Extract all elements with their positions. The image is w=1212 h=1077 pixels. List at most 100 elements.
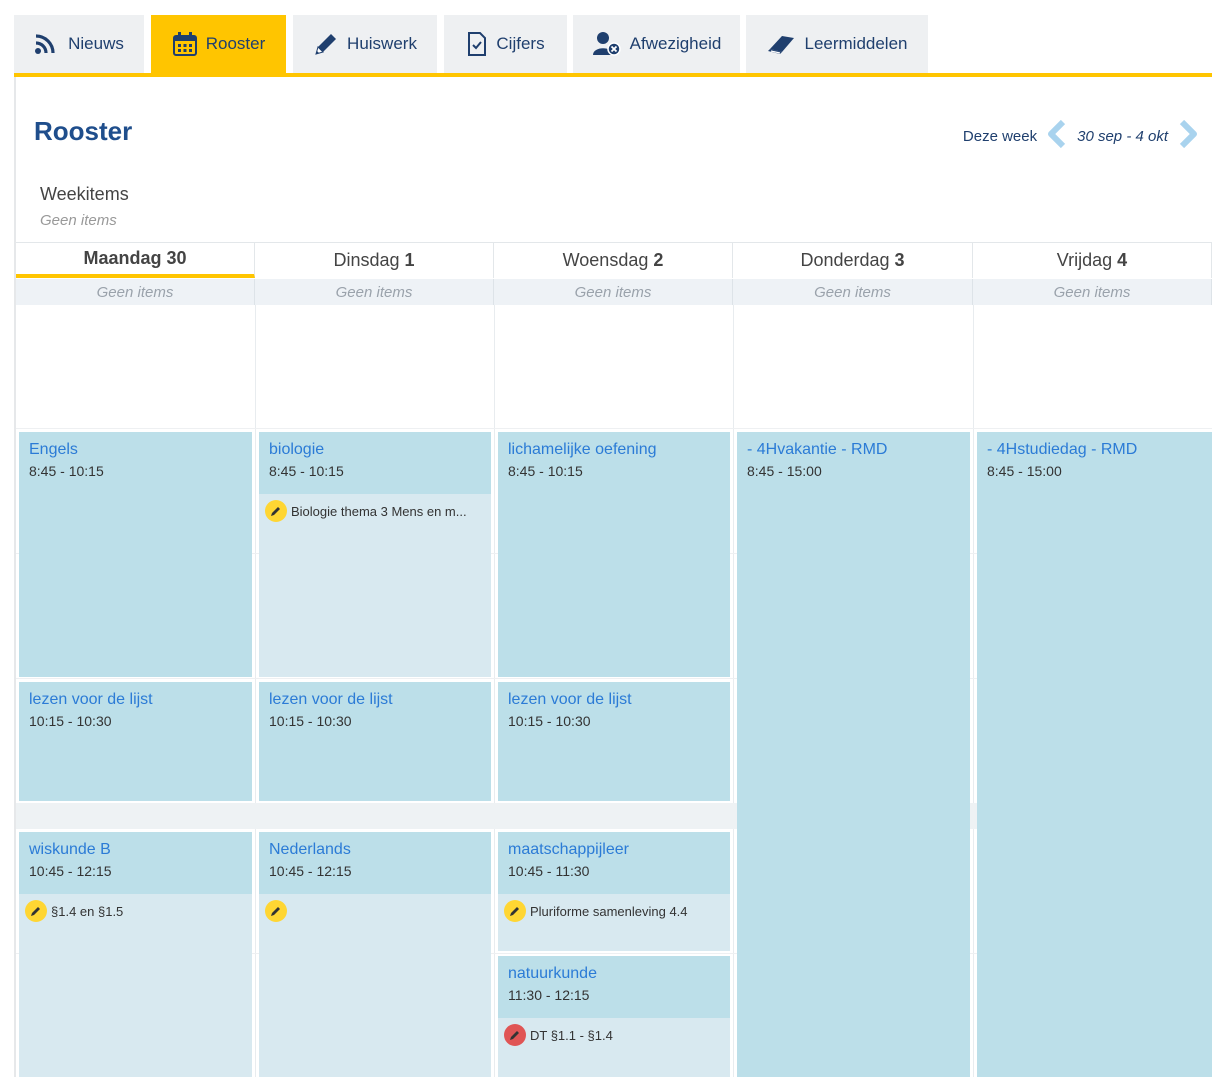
tab-leermiddelen[interactable]: Leermiddelen <box>746 15 928 73</box>
homework-item[interactable]: Pluriforme samenleving 4.4 <box>504 900 724 922</box>
lesson-homework-area: §1.4 en §1.5 <box>19 894 252 1077</box>
lesson-time: 10:45 - 11:30 <box>508 863 590 879</box>
lesson-subject[interactable]: - 4Hvakantie - RMD <box>747 440 960 460</box>
homework-pencil-icon <box>504 900 526 922</box>
day-number: 4 <box>1117 250 1128 270</box>
lesson-subject[interactable]: lezen voor de lijst <box>269 690 481 710</box>
lesson-subject[interactable]: biologie <box>269 440 481 460</box>
lesson-header: Engels 8:45 - 10:15 <box>19 432 252 480</box>
day-number: 1 <box>404 250 415 270</box>
day-number: 2 <box>653 250 664 270</box>
day-items-empty: Geen items <box>973 279 1212 305</box>
homework-text: DT §1.1 - §1.4 <box>530 1027 613 1043</box>
day-items-empty: Geen items <box>733 279 973 305</box>
day-header-wednesday[interactable]: Woensdag 2 <box>494 242 733 278</box>
lesson-lezen-voor-de-lijst[interactable]: lezen voor de lijst 10:15 - 10:30 <box>259 682 491 801</box>
pencil-icon <box>313 31 339 57</box>
homework-text: Pluriforme samenleving 4.4 <box>530 903 688 919</box>
lesson-header: biologie 8:45 - 10:15 <box>259 432 491 494</box>
lesson-time: 10:45 - 12:15 <box>269 863 352 879</box>
lesson-subject[interactable]: Engels <box>29 440 242 460</box>
lesson-lezen-voor-de-lijst[interactable]: lezen voor de lijst 10:15 - 10:30 <box>498 682 730 801</box>
lesson-maatschappijleer[interactable]: maatschappijleer 10:45 - 11:30 Pluriform… <box>498 832 730 951</box>
lesson-engels[interactable]: Engels 8:45 - 10:15 <box>19 432 252 677</box>
chevron-left-icon <box>1047 119 1067 152</box>
lesson-subject[interactable]: wiskunde B <box>29 840 242 860</box>
day-items-empty: Geen items <box>494 279 733 305</box>
day-header-monday[interactable]: Maandag 30 <box>16 242 255 278</box>
chevron-right-icon <box>1178 119 1198 152</box>
lesson-time: 8:45 - 15:00 <box>747 463 822 479</box>
homework-pencil-icon <box>25 900 47 922</box>
lesson-4hstudiedag[interactable]: - 4Hstudiedag - RMD 8:45 - 15:00 <box>977 432 1212 1077</box>
check-document-icon <box>466 31 488 57</box>
day-name: Woensdag <box>562 250 649 270</box>
lesson-subject[interactable]: maatschappijleer <box>508 840 720 860</box>
tab-label: Nieuws <box>68 34 124 53</box>
homework-item[interactable]: DT §1.1 - §1.4 <box>504 1024 724 1046</box>
day-name: Maandag <box>83 248 162 268</box>
lesson-time: 8:45 - 10:15 <box>269 463 344 479</box>
page-title: Rooster <box>34 116 133 146</box>
lesson-header: wiskunde B 10:45 - 12:15 <box>19 832 252 894</box>
lesson-header: - 4Hvakantie - RMD 8:45 - 15:00 <box>737 432 970 480</box>
day-header-friday[interactable]: Vrijdag 4 <box>973 242 1212 278</box>
previous-week-button[interactable] <box>1047 119 1067 152</box>
day-header-tuesday[interactable]: Dinsdag 1 <box>255 242 494 278</box>
lesson-subject[interactable]: lichamelijke oefening <box>508 440 720 460</box>
homework-item[interactable]: Biologie thema 3 Mens en m... <box>265 500 485 522</box>
tab-nieuws[interactable]: Nieuws <box>14 15 144 73</box>
tab-label: Leermiddelen <box>804 34 908 53</box>
lesson-biologie[interactable]: biologie 8:45 - 10:15 Biologie thema 3 M… <box>259 432 491 677</box>
day-number: 3 <box>894 250 905 270</box>
weekitems-empty: Geen items <box>40 212 117 229</box>
day-name: Donderdag <box>800 250 890 270</box>
week-range: 30 sep - 4 okt <box>1077 127 1168 145</box>
lesson-header: Nederlands 10:45 - 12:15 <box>259 832 491 894</box>
day-items-empty: Geen items <box>255 279 494 305</box>
lesson-time: 8:45 - 10:15 <box>29 463 104 479</box>
day-number: 30 <box>166 248 187 268</box>
homework-pencil-icon <box>265 500 287 522</box>
tab-label: Cijfers <box>496 34 545 53</box>
lesson-header: - 4Hstudiedag - RMD 8:45 - 15:00 <box>977 432 1212 480</box>
lesson-time: 10:15 - 10:30 <box>29 713 112 729</box>
day-name: Vrijdag <box>1056 250 1113 270</box>
lesson-subject[interactable]: - 4Hstudiedag - RMD <box>987 440 1202 460</box>
lesson-natuurkunde[interactable]: natuurkunde 11:30 - 12:15 DT §1.1 - §1.4 <box>498 956 730 1077</box>
lesson-subject[interactable]: lezen voor de lijst <box>29 690 242 710</box>
grid-row-line <box>16 428 1212 429</box>
day-header-thursday[interactable]: Donderdag 3 <box>733 242 973 278</box>
lesson-nederlands[interactable]: Nederlands 10:45 - 12:15 <box>259 832 491 1077</box>
tab-label: Rooster <box>205 34 266 53</box>
lesson-homework-area: DT §1.1 - §1.4 <box>498 1018 730 1077</box>
lesson-homework-area <box>259 894 491 1077</box>
lesson-time: 8:45 - 10:15 <box>508 463 583 479</box>
lesson-header: lezen voor de lijst 10:15 - 10:30 <box>19 682 252 730</box>
lesson-wiskunde-b[interactable]: wiskunde B 10:45 - 12:15 §1.4 en §1.5 <box>19 832 252 1077</box>
homework-item[interactable] <box>265 900 485 922</box>
lesson-4hvakantie[interactable]: - 4Hvakantie - RMD 8:45 - 15:00 <box>737 432 970 1077</box>
lesson-subject[interactable]: natuurkunde <box>508 964 720 984</box>
user-absent-icon <box>592 31 622 57</box>
grid-column-line <box>494 305 495 1077</box>
day-items-empty: Geen items <box>16 279 255 305</box>
lesson-lichamelijke-oefening[interactable]: lichamelijke oefening 8:45 - 10:15 <box>498 432 730 677</box>
homework-item[interactable]: §1.4 en §1.5 <box>25 900 246 922</box>
lesson-lezen-voor-de-lijst[interactable]: lezen voor de lijst 10:15 - 10:30 <box>19 682 252 801</box>
tab-rooster[interactable]: Rooster <box>151 15 286 73</box>
next-week-button[interactable] <box>1178 119 1198 152</box>
lesson-header: maatschappijleer 10:45 - 11:30 <box>498 832 730 894</box>
tab-afwezigheid[interactable]: Afwezigheid <box>573 15 740 73</box>
week-navigation: Deze week 30 sep - 4 okt <box>963 119 1198 152</box>
lesson-subject[interactable]: Nederlands <box>269 840 481 860</box>
tab-huiswerk[interactable]: Huiswerk <box>293 15 437 73</box>
lesson-time: 10:45 - 12:15 <box>29 863 112 879</box>
this-week-link[interactable]: Deze week <box>963 128 1037 145</box>
lesson-time: 8:45 - 15:00 <box>987 463 1062 479</box>
tab-cijfers[interactable]: Cijfers <box>444 15 567 73</box>
lesson-subject[interactable]: lezen voor de lijst <box>508 690 720 710</box>
tab-label: Huiswerk <box>347 34 417 53</box>
calendar-icon <box>172 31 198 57</box>
lesson-time: 10:15 - 10:30 <box>508 713 591 729</box>
